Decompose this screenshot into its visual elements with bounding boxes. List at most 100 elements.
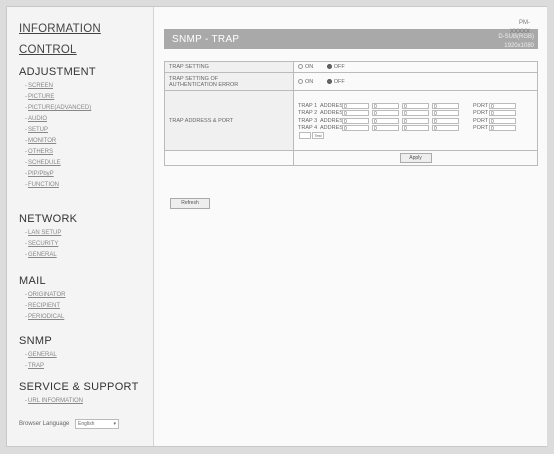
trap-2-row: TRAP 2 ADDRESS 0 0 0 0 PORT 0 [298,109,533,117]
page-frame: INFORMATION CONTROL ADJUSTMENT SCREEN PI… [6,6,547,447]
refresh-button[interactable]: Refresh [170,198,210,209]
address-label: ADDRESS [320,110,347,116]
sidebar: INFORMATION CONTROL ADJUSTMENT SCREEN PI… [7,7,147,446]
nav-screen[interactable]: SCREEN [25,83,53,89]
port-label: PORT [473,117,489,124]
trap-4-octet-3-input[interactable]: 0 [402,125,429,132]
apply-cell: Apply [293,150,538,166]
nav-function[interactable]: FUNCTION [25,182,59,188]
nav-snmp-heading: SNMP [19,335,52,347]
trap-4-port-input[interactable]: 0 [489,125,516,132]
nav-lan-setup[interactable]: LAN SETUP [25,230,61,236]
page-title: SNMP - TRAP [172,34,240,45]
browser-language-value: English [78,421,95,427]
trap-3-label: TRAP 3 [298,117,318,124]
apply-row-spacer [164,150,294,166]
radio-unchecked-icon [298,64,303,70]
trap-4-octet-2-input[interactable]: 0 [372,125,399,132]
trap-3-port-input[interactable]: 0 [489,117,516,125]
trap-2-port-input[interactable]: 0 [489,110,516,117]
auth-error-row: TRAP SETTING OF AUTHENTICATION ERROR ON … [164,72,538,91]
trap-setting-row: TRAP SETTING ON OFF [164,61,538,73]
nav-network-general[interactable]: GENERAL [25,252,57,258]
trap-2-octet-3-input[interactable]: 0 [402,110,429,117]
nav-originator[interactable]: ORIGINATOR [25,292,65,298]
nav-audio[interactable]: AUDIO [25,116,47,122]
trap-settings-table: TRAP SETTING ON OFF TRAP SETTING OF AUTH… [164,61,538,166]
nav-picture[interactable]: PICTURE [25,94,54,100]
trap-2-octet-2-input[interactable]: 0 [372,110,399,117]
browser-language-label: Browser Language [19,421,70,427]
trap-test-row: Test [298,132,533,140]
nav-picture-advanced[interactable]: PICTURE(ADVANCED) [25,105,91,111]
radio-label-off: OFF [333,78,345,85]
trap-address-row: TRAP ADDRESS & PORT TRAP 1 ADDRESS 0 0 0… [164,90,538,151]
trap-2-octet-1-input[interactable]: 0 [342,110,369,117]
trap-1-port-input[interactable]: 0 [489,102,516,110]
trap-3-octet-2-input[interactable]: 0 [372,117,399,125]
nav-url-information[interactable]: URL INFORMATION [25,398,83,404]
main-panel: SNMP - TRAP PM-XXXXX D-SUB(RGB) 1920x108… [153,7,547,446]
nav-schedule[interactable]: SCHEDULE [25,160,61,166]
apply-row: Apply [164,150,538,166]
trap-test-button[interactable]: Test [312,132,324,139]
trap-4-octet-4-input[interactable]: 0 [432,125,459,132]
chevron-down-icon: ▾ [113,421,116,427]
nav-others[interactable]: OTHERS [25,149,53,155]
input-signal: D-SUB(RGB) [498,34,534,40]
trap-4-row: TRAP 4 ADDRESS 0 0 0 0 PORT 0 [298,124,533,132]
nav-pip-pbyp[interactable]: PIP/PbyP [25,171,54,177]
trap-address-label: TRAP ADDRESS & PORT [164,90,294,151]
apply-button[interactable]: Apply [399,153,432,163]
nav-snmp-general[interactable]: GENERAL [25,352,57,358]
port-label: PORT [473,125,489,131]
browser-language: Browser Language English ▾ [19,419,119,429]
trap-test-checkbox[interactable] [299,132,311,139]
nav-trap[interactable]: TRAP [25,363,44,369]
nav-security[interactable]: SECURITY [25,241,58,247]
port-label: PORT [473,102,489,109]
trap-1-octet-2-input[interactable]: 0 [372,102,399,110]
address-label: ADDRESS [320,102,347,109]
trap-1-octet-3-input[interactable]: 0 [402,102,429,110]
trap-4-label: TRAP 4 [298,125,318,131]
trap-1-row: TRAP 1 ADDRESS 0 0 0 0 PORT 0 [298,102,533,110]
auth-error-on-radio[interactable]: ON [298,79,313,85]
nav-adjustment-heading: ADJUSTMENT [19,66,96,78]
trap-3-octet-4-input[interactable]: 0 [432,117,459,125]
trap-1-octet-4-input[interactable]: 0 [432,102,459,110]
trap-3-octet-1-input[interactable]: 0 [342,117,369,125]
nav-setup[interactable]: SETUP [25,127,48,133]
trap-setting-on-radio[interactable]: ON [298,64,313,70]
trap-setting-label: TRAP SETTING [164,61,294,73]
nav-mail-heading: MAIL [19,275,46,287]
trap-4-octet-1-input[interactable]: 0 [342,125,369,132]
trap-2-label: TRAP 2 [298,110,318,116]
auth-error-label-line2: AUTHENTICATION ERROR [169,81,239,88]
nav-control[interactable]: CONTROL [19,44,77,56]
trap-1-octet-1-input[interactable]: 0 [342,102,369,110]
radio-label-on: ON [305,78,314,85]
auth-error-options: ON OFF [293,72,538,91]
trap-setting-options: ON OFF [293,61,538,73]
nav-monitor[interactable]: MONITOR [25,138,56,144]
input-resolution: 1920x1080 [504,43,534,49]
port-label: PORT [473,110,489,116]
radio-unchecked-icon [298,78,303,84]
trap-3-octet-3-input[interactable]: 0 [402,117,429,125]
nav-information[interactable]: INFORMATION [19,23,101,35]
trap-2-octet-4-input[interactable]: 0 [432,110,459,117]
radio-label-on: ON [305,64,314,70]
trap-3-row: TRAP 3 ADDRESS 0 0 0 0 PORT 0 [298,117,533,125]
nav-network-heading: NETWORK [19,213,78,225]
nav-periodical[interactable]: PERIODICAL [25,314,64,320]
radio-label-off: OFF [333,64,345,70]
nav-service-heading: SERVICE & SUPPORT [19,381,139,393]
trap-setting-off-radio[interactable]: OFF [326,64,345,70]
browser-language-select[interactable]: English ▾ [75,419,119,429]
auth-error-off-radio[interactable]: OFF [326,78,345,85]
radio-checked-icon [326,78,332,84]
nav-recipient[interactable]: RECIPIENT [25,303,60,309]
trap-1-label: TRAP 1 [298,102,318,109]
page-header: SNMP - TRAP PM-XXXXX D-SUB(RGB) 1920x108… [164,20,538,49]
